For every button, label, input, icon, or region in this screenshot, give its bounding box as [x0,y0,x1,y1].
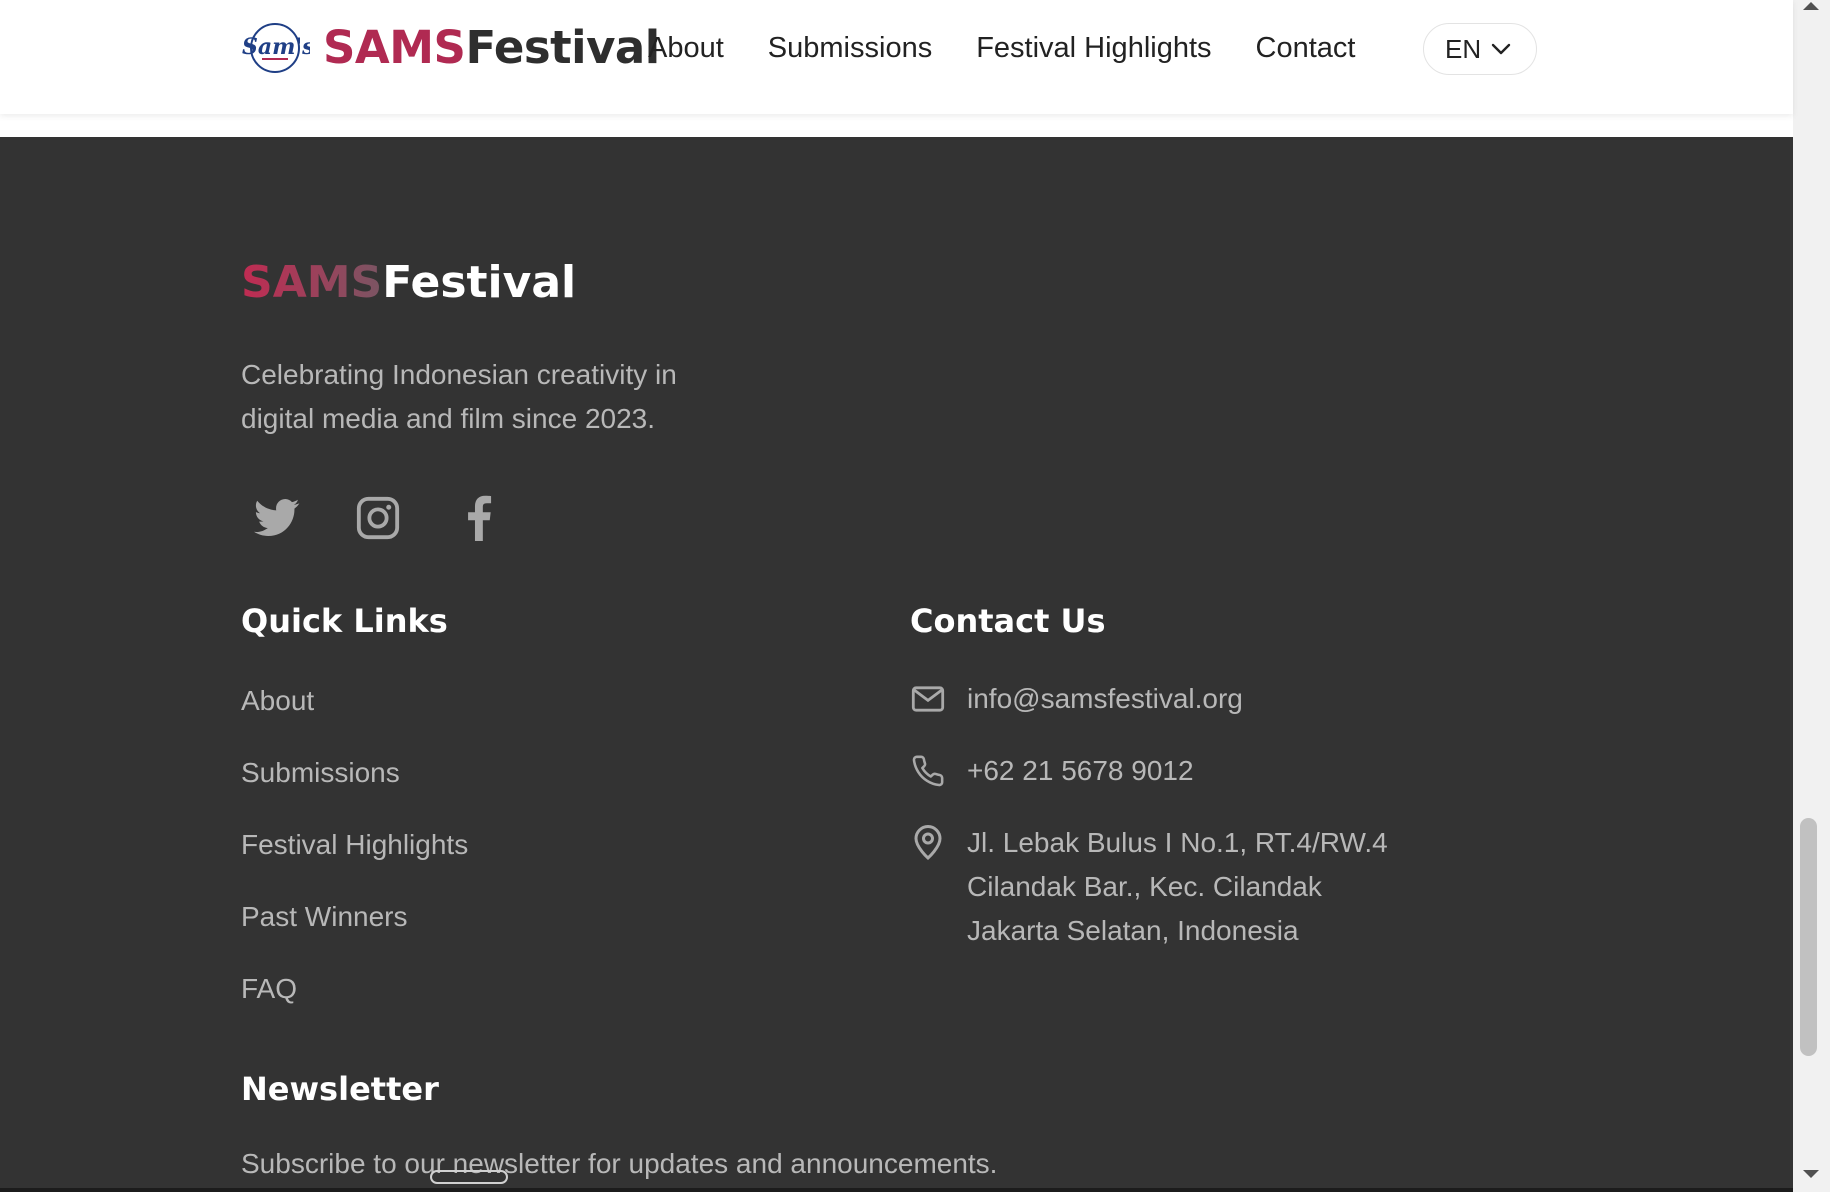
header-spacer [0,114,1793,137]
scroll-up-arrow-icon[interactable] [1801,0,1821,12]
instagram-icon[interactable] [351,491,405,545]
nav-festival-highlights[interactable]: Festival Highlights [976,28,1211,68]
social-links [250,491,553,545]
contact-email[interactable]: info@samsfestival.org [967,677,1243,721]
footer-tagline: Celebrating Indonesian creativity in dig… [241,353,761,441]
contact-list: info@samsfestival.org +62 21 5678 9012 J… [909,677,1388,981]
main-nav: About Submissions Festival Highlights Co… [648,28,1399,68]
site-footer: SAMSFestival Celebrating Indonesian crea… [0,137,1793,1192]
contact-phone-row: +62 21 5678 9012 [909,749,1388,793]
address-line-1: Jl. Lebak Bulus I No.1, RT.4/RW.4 [967,827,1388,858]
sams-studios-logo[interactable]: Sam's [240,22,315,74]
contact-address-row: Jl. Lebak Bulus I No.1, RT.4/RW.4 Ciland… [909,821,1388,953]
contact-address: Jl. Lebak Bulus I No.1, RT.4/RW.4 Ciland… [967,821,1388,953]
drag-handle[interactable] [430,1170,508,1184]
phone-icon [909,749,947,793]
quick-link-festival-highlights[interactable]: Festival Highlights [241,829,468,901]
nav-contact[interactable]: Contact [1256,28,1356,68]
quick-link-submissions[interactable]: Submissions [241,757,468,829]
nav-about[interactable]: About [648,28,724,68]
mail-icon [909,677,947,721]
footer-brand: SAMSFestival [241,255,576,311]
svg-text:Sam's: Sam's [242,34,310,60]
footer-brand-sams: SAMS [241,257,383,308]
quick-link-about[interactable]: About [241,685,468,757]
map-pin-icon [909,821,947,865]
nav-submissions[interactable]: Submissions [768,28,932,68]
contact-us-heading: Contact Us [910,602,1106,640]
quick-link-past-winners[interactable]: Past Winners [241,901,468,973]
header-brand[interactable]: SAMSFestival [323,20,660,76]
scroll-down-arrow-icon[interactable] [1801,1168,1821,1180]
twitter-icon[interactable] [250,491,304,545]
brand-sams: SAMS [323,21,466,74]
quick-links-heading: Quick Links [241,602,448,640]
chevron-down-icon [1491,43,1511,55]
language-label: EN [1445,33,1482,64]
language-selector[interactable]: EN [1423,23,1537,75]
brand-festival: Festival [465,21,660,74]
newsletter-text: Subscribe to our newsletter for updates … [241,1148,998,1179]
contact-email-row: info@samsfestival.org [909,677,1388,721]
facebook-icon[interactable] [452,491,506,545]
tagline-line-1: Celebrating Indonesian creativity in [241,359,677,390]
site-header: Sam's SAMSFestival About Submissions Fes… [0,0,1793,114]
contact-phone[interactable]: +62 21 5678 9012 [967,749,1194,793]
quick-links-list: About Submissions Festival Highlights Pa… [241,685,468,1045]
tagline-line-2: digital media and film since 2023. [241,403,656,434]
newsletter-heading: Newsletter [241,1070,439,1108]
footer-brand-festival: Festival [382,257,577,308]
window-bottom-edge [0,1188,1793,1192]
address-line-3: Jakarta Selatan, Indonesia [967,915,1299,946]
scrollbar-thumb[interactable] [1800,818,1817,1056]
address-line-2: Cilandak Bar., Kec. Cilandak [967,871,1322,902]
quick-link-faq[interactable]: FAQ [241,973,468,1045]
